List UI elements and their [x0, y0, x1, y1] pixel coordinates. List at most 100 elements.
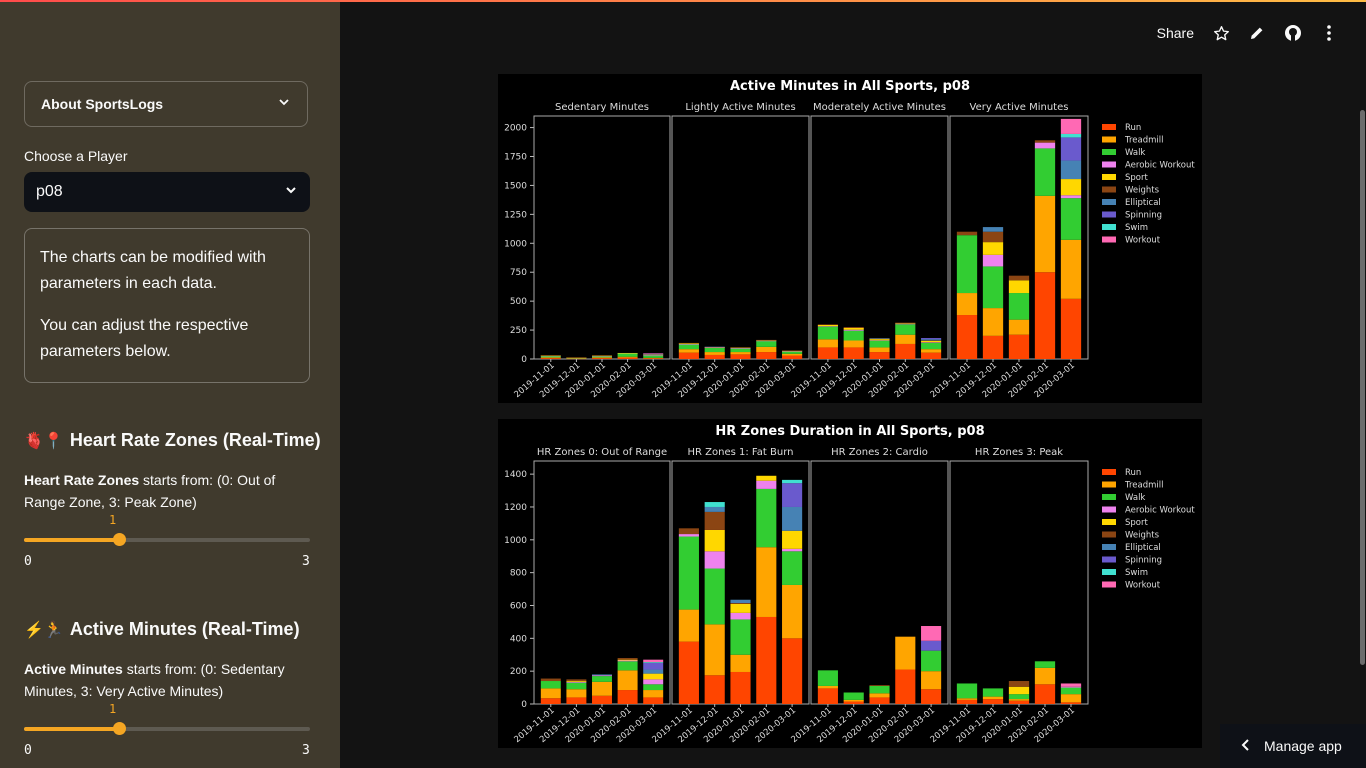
legend-label: Aerobic Workout	[1125, 161, 1195, 171]
bar-segment-elliptical	[730, 599, 751, 604]
bar-segment-weights	[678, 528, 699, 535]
legend-label: Elliptical	[1125, 543, 1161, 553]
bar-segment-weights	[678, 342, 699, 344]
slider-fill	[24, 538, 119, 542]
panel-title: Lightly Active Minutes	[685, 102, 795, 113]
github-icon[interactable]	[1284, 24, 1302, 42]
player-select[interactable]: p08	[24, 172, 310, 212]
legend-label: Run	[1125, 123, 1141, 133]
bar-segment-treadmill	[895, 334, 916, 344]
bar-segment-aerobic-workout	[756, 480, 777, 489]
bar-segment-treadmill	[592, 681, 612, 696]
bar-segment-run	[869, 697, 890, 704]
bar-segment-walk	[817, 326, 838, 340]
y-tick-label: 0	[521, 700, 527, 710]
bar-segment-treadmill	[1034, 667, 1056, 685]
panel-title: HR Zones 3: Peak	[975, 447, 1063, 458]
share-button[interactable]: Share	[1157, 25, 1194, 41]
bar-segment-sport	[982, 242, 1004, 255]
bar-segment-treadmill	[566, 358, 587, 359]
legend-swatch	[1102, 569, 1116, 575]
panel-frame	[810, 115, 949, 360]
info-text-2: You can adjust the respective parameters…	[40, 317, 249, 360]
bar-segment-run	[1008, 334, 1030, 359]
bar-segment-run	[704, 354, 725, 359]
bar-segment-walk	[730, 619, 751, 655]
bar-segment-walk	[782, 551, 803, 585]
bar-segment-walk	[566, 682, 587, 690]
bar-segment-run	[869, 352, 890, 359]
legend-label: Aerobic Workout	[1125, 506, 1195, 516]
bar-segment-treadmill	[643, 357, 664, 359]
bar-segment-spinning	[921, 338, 942, 340]
bar-segment-aerobic-workout	[817, 326, 838, 327]
bar-segment-sport	[895, 323, 916, 324]
bar-segment-swim	[1060, 133, 1082, 138]
bar-segment-treadmill	[843, 340, 864, 348]
legend-swatch	[1102, 531, 1116, 538]
bar-segment-walk	[617, 661, 638, 671]
legend-swatch	[1102, 174, 1116, 180]
bar-segment-weights	[540, 678, 561, 682]
manage-app-label: Manage app	[1264, 738, 1342, 754]
bar-segment-run	[843, 347, 864, 359]
panel-frame	[533, 115, 671, 360]
bar-segment-weights	[1008, 681, 1030, 687]
legend-swatch	[1102, 481, 1116, 488]
bar-segment-walk	[843, 330, 864, 341]
bar-segment-walk	[1008, 694, 1030, 700]
bar-segment-walk	[1060, 198, 1082, 240]
bar-segment-weights	[540, 355, 561, 356]
scrollbar[interactable]	[1360, 110, 1365, 665]
bar-segment-run	[540, 358, 561, 359]
y-tick-label: 500	[510, 297, 527, 307]
bar-segment-run	[1034, 272, 1056, 359]
chevron-down-icon	[277, 95, 291, 114]
bar-segment-treadmill	[869, 693, 890, 698]
bar-segment-aerobic-workout	[1060, 195, 1082, 199]
bar-segment-treadmill	[817, 339, 838, 348]
panel-title: HR Zones 1: Fat Burn	[688, 447, 794, 458]
bar-segment-run	[982, 699, 1004, 704]
bar-segment-weights	[617, 658, 638, 660]
star-icon[interactable]	[1212, 24, 1230, 42]
bar-segment-weights	[756, 339, 777, 341]
edit-pencil-icon[interactable]	[1248, 24, 1266, 42]
slider-fill	[24, 727, 119, 731]
bar-segment-sport	[756, 475, 777, 481]
y-tick-label: 0	[521, 355, 527, 365]
bar-segment-aerobic-workout	[617, 660, 638, 662]
bar-segment-run	[730, 354, 751, 359]
bar-segment-run	[643, 358, 664, 359]
player-select-label: Choose a Player	[24, 148, 128, 164]
slider-thumb[interactable]	[113, 722, 126, 735]
manage-app-button[interactable]: Manage app	[1220, 724, 1366, 768]
bar-segment-aerobic-workout	[895, 323, 916, 325]
bar-segment-elliptical	[1060, 160, 1082, 180]
bar-segment-treadmill	[704, 352, 725, 355]
bar-segment-walk	[869, 340, 890, 348]
bar-segment-walk	[1008, 293, 1030, 320]
bar-segment-sport	[566, 681, 587, 682]
slider-max-label: 3	[302, 554, 310, 569]
bar-segment-treadmill	[643, 690, 664, 698]
bar-segment-run	[678, 352, 699, 359]
slider-thumb[interactable]	[113, 533, 126, 546]
bar-segment-treadmill	[678, 609, 699, 642]
bar-segment-weights	[592, 355, 612, 356]
about-expander[interactable]: About SportsLogs	[24, 81, 308, 127]
panel-frame	[671, 115, 810, 360]
hr-zone-slider[interactable]: 1	[24, 513, 310, 561]
active-minutes-slider[interactable]: 1	[24, 702, 310, 750]
bar-segment-walk	[678, 344, 699, 350]
panel-title: HR Zones 0: Out of Range	[537, 447, 667, 458]
bar-segment-walk	[1060, 687, 1082, 695]
top-accent-line	[0, 0, 1366, 2]
more-menu-icon[interactable]	[1320, 24, 1338, 42]
legend-label: Walk	[1125, 148, 1145, 158]
bar-segment-weights	[869, 685, 890, 686]
bar-segment-run	[843, 701, 864, 704]
legend-swatch	[1102, 211, 1116, 218]
bar-segment-workout	[1060, 683, 1082, 687]
bar-segment-aerobic-workout	[782, 548, 803, 552]
